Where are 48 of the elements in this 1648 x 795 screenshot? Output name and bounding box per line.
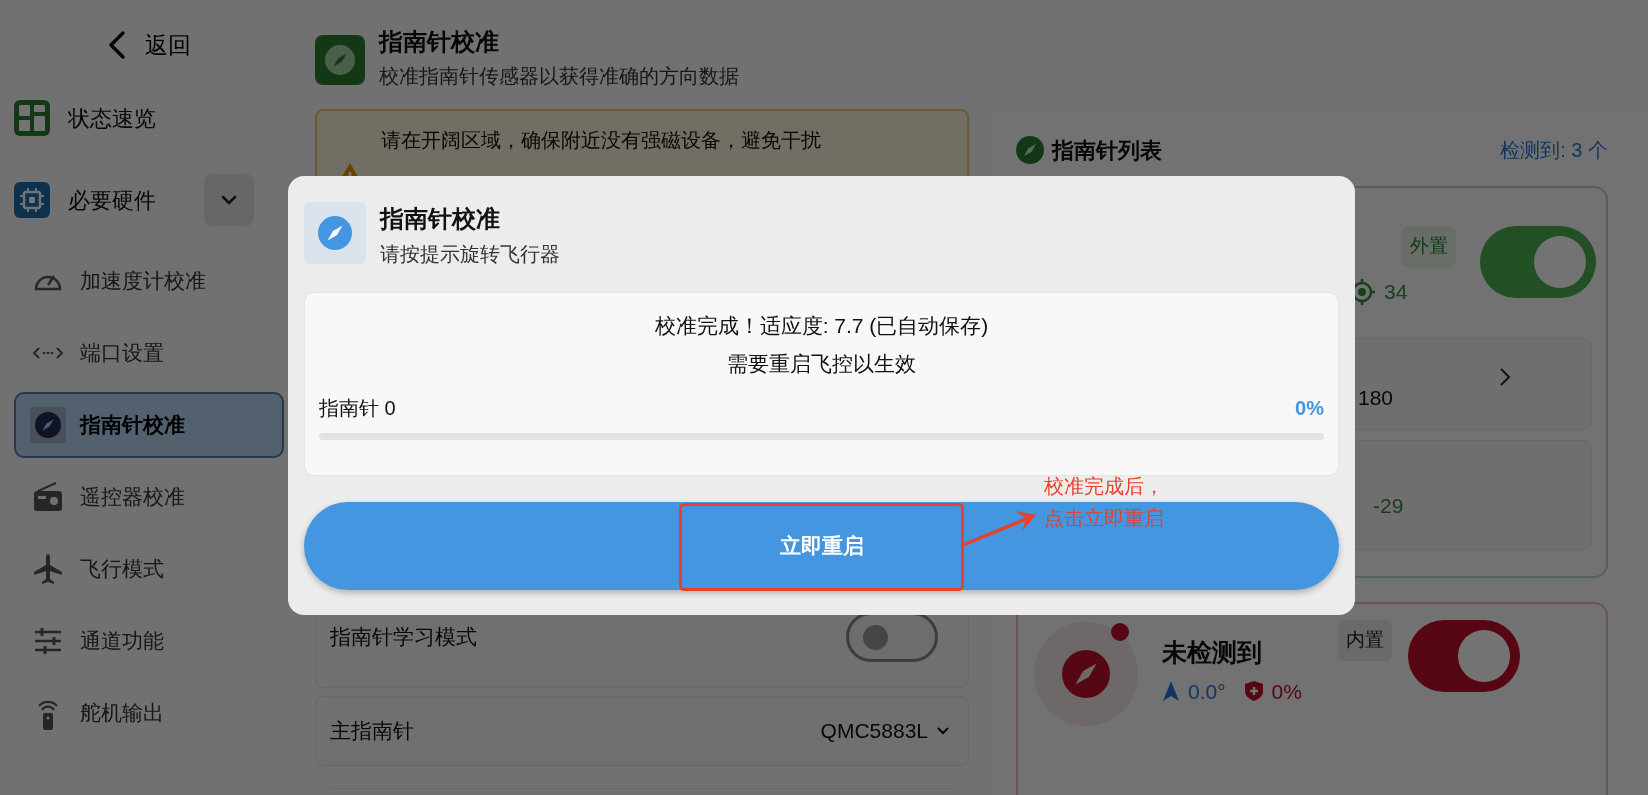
- back-icon: [107, 30, 127, 60]
- sidebar-item[interactable]: 端口设置: [14, 320, 284, 386]
- sidebar-item[interactable]: 飞行模式: [14, 536, 284, 602]
- chevron-icon: [220, 194, 238, 206]
- mount-badge: 外置: [1402, 226, 1456, 267]
- sidebar-item[interactable]: 通道功能: [14, 608, 284, 674]
- compass-icon: [1034, 620, 1140, 726]
- satellite-count: 34: [1384, 279, 1408, 305]
- chevron-icon[interactable]: [1499, 366, 1511, 387]
- health-value: 0%: [1271, 678, 1302, 705]
- sidebar-item[interactable]: 状态速览: [68, 101, 156, 135]
- shield-icon: [1243, 680, 1264, 703]
- status-message: 校准完成！适应度: 7.7 (已自动保存): [653, 313, 990, 339]
- mount-badge: 内置: [1338, 620, 1392, 661]
- compass-label: 指南针 0: [319, 396, 396, 421]
- heading-arrow-icon: [1162, 680, 1180, 703]
- list-title: 指南针列表: [1052, 136, 1162, 165]
- heading-value: 0.0°: [1188, 678, 1226, 705]
- dashboard-icon: [14, 100, 50, 136]
- dialog-title: 指南针校准: [380, 204, 501, 234]
- expand-button[interactable]: [204, 174, 254, 226]
- compass-icon: [315, 35, 365, 85]
- compass-dropdown[interactable]: QMC5883L: [820, 715, 950, 747]
- setting-label: 主指南针: [330, 718, 414, 745]
- progress-reading: 0%: [1295, 396, 1324, 421]
- compass-icon: [1016, 136, 1044, 164]
- compass-name: 未检测到: [1162, 637, 1263, 668]
- sidebar-item[interactable]: 加速度计校准: [14, 248, 284, 314]
- page-subtitle: 校准指南针传感器以获得准确的方向数据: [379, 64, 739, 89]
- page-title: 指南针校准: [379, 27, 500, 57]
- sidebar-item[interactable]: 必要硬件: [68, 183, 156, 217]
- detail-value: -29: [1373, 492, 1404, 519]
- back-button[interactable]: 返回: [14, 12, 284, 78]
- dialog-subtitle: 请按提示旋转飞行器: [380, 242, 560, 267]
- toggle-switch[interactable]: [846, 612, 938, 662]
- warning-text: 请在开阔区域，确保附近没有强磁设备，避免干扰: [381, 128, 821, 153]
- sidebar-item[interactable]: 舵机输出: [14, 680, 284, 746]
- chip-icon: [14, 182, 50, 218]
- compass-icon: [318, 216, 352, 250]
- detected-count: 检测到: 3 个: [1500, 138, 1608, 163]
- sidebar-item[interactable]: 遥控器校准: [14, 464, 284, 530]
- detail-value: 180: [1358, 384, 1394, 411]
- setting-label: 指南针学习模式: [330, 624, 477, 651]
- sidebar-item[interactable]: 指南针校准: [14, 392, 284, 458]
- chevron-icon: [936, 726, 950, 736]
- annotation-text: 校准完成后，: [1044, 474, 1164, 499]
- status-message: 需要重启飞控以生效: [726, 351, 917, 377]
- annotation-text: 点击立即重启: [1044, 506, 1164, 531]
